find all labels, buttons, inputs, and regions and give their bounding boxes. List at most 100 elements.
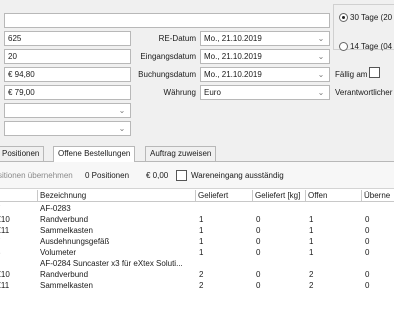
goods-receipt-checkbox[interactable]	[176, 170, 187, 181]
chevron-down-icon[interactable]: ⌄	[114, 122, 130, 135]
cell-prefix	[0, 258, 34, 269]
tab-positionen[interactable]: Positionen	[0, 146, 45, 161]
receipt-date-value: Mo., 21.10.2019	[204, 52, 262, 61]
tab-offene-bestellungen[interactable]: Offene Bestellungen	[53, 146, 136, 162]
order-table-body: 7 AF-0283 Z10 Randverbund 1 0 1 0 Z11 Sammelkaste…	[0, 203, 394, 316]
cell-offen: 1	[309, 237, 314, 246]
cell-prefix: Z10	[0, 215, 10, 224]
radio-30-days-label: 30 Tage (20	[350, 13, 393, 22]
cell-bezeichnung: Sammelkasten	[40, 226, 93, 235]
cell-uebernommen	[365, 258, 394, 269]
cell-prefix: Z11	[0, 226, 10, 235]
cell-geliefert-kg: 0	[256, 281, 261, 290]
table-row[interactable]: Z10 Randverbund 2 0 2 0	[0, 269, 394, 280]
buchungsdatum-label: Buchungsdatum	[138, 70, 196, 79]
table-row[interactable]: Z11 Sammelkasten 2 0 2 0	[0, 280, 394, 291]
cell-geliefert	[199, 258, 249, 269]
cell-prefix: 7	[0, 236, 34, 247]
cell-bezeichnung: Sammelkasten	[40, 281, 93, 290]
chevron-down-icon[interactable]: ⌄	[313, 32, 329, 45]
positions-count: 0 Positionen	[85, 171, 130, 180]
booking-date-picker[interactable]: Mo., 21.10.2019 ⌄	[200, 67, 330, 82]
eingangsdatum-label: Eingangsdatum	[140, 52, 196, 61]
invoice-number-field[interactable]: 625	[4, 31, 131, 46]
positions-amount: € 0,00	[146, 171, 169, 180]
cell-bezeichnung: Volumeter	[40, 248, 77, 257]
cell-prefix: 8	[0, 247, 34, 258]
gross-amount-field[interactable]: € 94,80	[4, 67, 131, 82]
top-text-field[interactable]	[4, 13, 330, 28]
cell-geliefert: 2	[199, 270, 204, 279]
take-over-positions-button[interactable]: sitionen übernehmen	[0, 170, 73, 182]
cell-prefix: 7	[0, 203, 34, 214]
cell-prefix: Z11	[0, 281, 10, 290]
responsible-label: Verantwortlicher	[335, 88, 393, 97]
cell-geliefert: 1	[199, 226, 204, 235]
waehrung-label: Währung	[163, 88, 196, 97]
table-header: Bezeichnung Geliefert Geliefert [kg] Off…	[0, 190, 394, 202]
table-row[interactable]: AF-0284 Suncaster x3 für eXtex Soluti...	[0, 258, 394, 269]
empty-select-1[interactable]: ⌄	[4, 103, 131, 118]
cell-geliefert-kg: 0	[256, 226, 261, 235]
cell-bezeichnung: AF-0283	[40, 204, 71, 213]
cell-uebernommen: 0	[365, 237, 370, 246]
cell-geliefert-kg	[256, 203, 302, 214]
due-date-checkbox[interactable]	[369, 67, 380, 78]
cell-offen: 1	[309, 215, 314, 224]
cell-uebernommen: 0	[365, 226, 370, 235]
column-uebernommen[interactable]: Überne	[362, 190, 394, 202]
cell-uebernommen: 0	[365, 281, 370, 290]
cell-bezeichnung: AF-0284 Suncaster x3 für eXtex Soluti...	[40, 259, 183, 268]
cell-bezeichnung: Randverbund	[40, 215, 89, 224]
re-date-picker[interactable]: Mo., 21.10.2019 ⌄	[200, 31, 330, 46]
cell-offen	[309, 203, 359, 214]
cell-offen: 1	[309, 248, 314, 257]
cell-offen: 2	[309, 281, 314, 290]
tab-auftrag-zuweisen[interactable]: Auftrag zuweisen	[145, 146, 217, 161]
cell-uebernommen	[365, 203, 394, 214]
cell-geliefert-kg: 0	[256, 215, 261, 224]
re-datum-label: RE-Datum	[158, 34, 196, 43]
cell-offen: 2	[309, 270, 314, 279]
re-date-value: Mo., 21.10.2019	[204, 34, 262, 43]
radio-14-days[interactable]	[339, 42, 348, 51]
cell-geliefert: 1	[199, 215, 204, 224]
cell-uebernommen: 0	[365, 215, 370, 224]
column-bezeichnung[interactable]: Bezeichnung	[38, 190, 196, 202]
order-toolbar: sitionen übernehmen 0 Positionen € 0,00 …	[0, 162, 394, 189]
net-amount-field[interactable]: € 79,00	[4, 85, 131, 100]
column-geliefert[interactable]: Geliefert	[196, 190, 253, 202]
cell-geliefert-kg: 0	[256, 248, 261, 257]
radio-14-days-label: 14 Tage (04	[350, 42, 393, 51]
cell-uebernommen: 0	[365, 270, 370, 279]
chevron-down-icon[interactable]: ⌄	[114, 104, 130, 117]
currency-select[interactable]: Euro ⌄	[200, 85, 330, 100]
chevron-down-icon[interactable]: ⌄	[313, 68, 329, 81]
cell-geliefert-kg: 0	[256, 270, 261, 279]
chevron-down-icon[interactable]: ⌄	[313, 50, 329, 63]
tab-strip: Positionen Offene Bestellungen Auftrag z…	[0, 146, 394, 162]
column-geliefert-kg[interactable]: Geliefert [kg]	[253, 190, 306, 202]
cell-geliefert: 2	[199, 281, 204, 290]
table-row[interactable]: Z11 Sammelkasten 1 0 1 0	[0, 225, 394, 236]
booking-date-value: Mo., 21.10.2019	[204, 70, 262, 79]
table-row[interactable]: 7 AF-0283	[0, 203, 394, 214]
receipt-date-picker[interactable]: Mo., 21.10.2019 ⌄	[200, 49, 330, 64]
table-row[interactable]: 7 Ausdehnungsgefäß 1 0 1 0	[0, 236, 394, 247]
goods-receipt-label: Wareneingang ausständig	[191, 171, 284, 180]
chevron-down-icon[interactable]: ⌄	[313, 86, 329, 99]
due-date-label: Fällig am	[335, 70, 368, 79]
cell-geliefert-kg: 0	[256, 237, 261, 246]
table-row[interactable]: Z10 Randverbund 1 0 1 0	[0, 214, 394, 225]
column-offen[interactable]: Offen	[306, 190, 362, 202]
radio-30-days[interactable]	[339, 13, 348, 22]
cell-bezeichnung: Randverbund	[40, 270, 89, 279]
currency-value: Euro	[204, 88, 221, 97]
empty-select-2[interactable]: ⌄	[4, 121, 131, 136]
cell-offen: 1	[309, 226, 314, 235]
table-row[interactable]: 8 Volumeter 1 0 1 0	[0, 247, 394, 258]
cell-geliefert	[199, 203, 249, 214]
cell-geliefert: 1	[199, 237, 204, 246]
cell-offen	[309, 258, 359, 269]
quantity-field[interactable]: 20	[4, 49, 131, 64]
